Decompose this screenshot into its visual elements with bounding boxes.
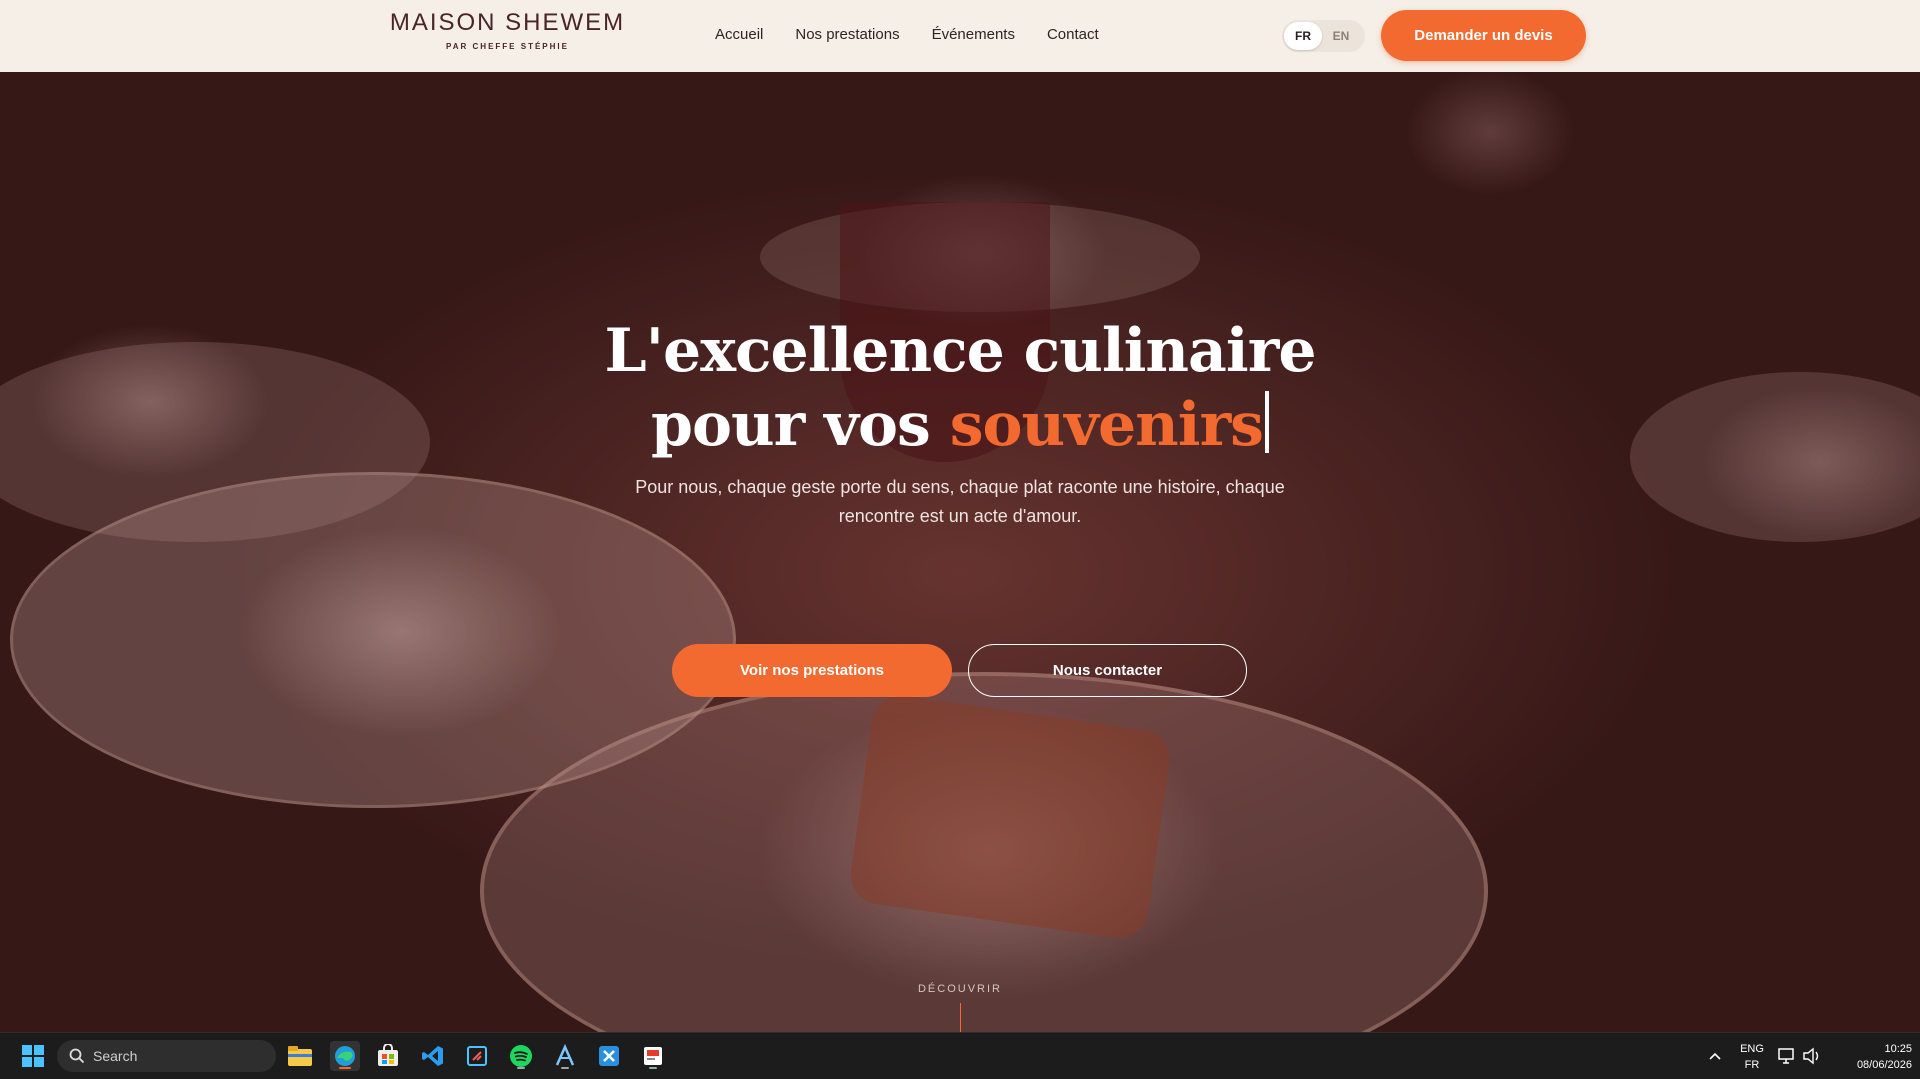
hero-section (0, 72, 1920, 1032)
site-header: MAISON SHEWEM PAR CHEFFE STÉPHIE Accueil… (0, 0, 1920, 72)
clock-date: 08/06/2026 (1856, 1059, 1912, 1071)
nav-accueil[interactable]: Accueil (715, 26, 763, 43)
hero-subtitle: Pour nous, chaque geste porte du sens, c… (635, 477, 1285, 526)
logo-title: MAISON SHEWEM (389, 9, 626, 36)
chevron-up-icon[interactable] (1700, 1041, 1730, 1071)
site-logo[interactable]: MAISON SHEWEM PAR CHEFFE STÉPHIE (380, 9, 635, 52)
search-icon (69, 1048, 85, 1064)
taskbar-search[interactable]: Search (57, 1040, 276, 1072)
app-red-icon[interactable] (638, 1041, 668, 1071)
file-explorer-icon[interactable] (285, 1041, 315, 1071)
app-a-icon[interactable] (550, 1041, 580, 1071)
input-language-indicator[interactable]: ENG FR (1736, 1041, 1768, 1073)
app-x-icon[interactable] (594, 1041, 624, 1071)
hero-title-prefix: pour vos (651, 390, 931, 460)
logo-subtitle: PAR CHEFFE STÉPHIE (446, 42, 569, 51)
lang-en-button[interactable]: EN (1322, 22, 1360, 50)
language-switcher: FR EN (1282, 20, 1365, 52)
start-icon[interactable] (18, 1041, 48, 1071)
search-placeholder: Search (93, 1048, 138, 1064)
lang-fr-button[interactable]: FR (1284, 22, 1322, 50)
contact-us-button[interactable]: Nous contacter (968, 644, 1247, 697)
discover-scroll-line (960, 1003, 961, 1032)
view-services-button[interactable]: Voir nos prestations (672, 644, 952, 697)
hero-overlay (0, 72, 1920, 1032)
edge-icon[interactable] (330, 1041, 360, 1071)
hero-title: L'excellence culinaire pour vos souvenir… (460, 314, 1460, 462)
spotify-icon[interactable] (506, 1041, 536, 1071)
windows-taskbar: Search ENG FR 10:25 08/06/2026 (0, 1032, 1920, 1079)
request-quote-button[interactable]: Demander un devis (1381, 10, 1586, 61)
clock-time: 10:25 (1884, 1043, 1912, 1055)
lang-top: ENG (1740, 1043, 1764, 1055)
discover-scroll-label[interactable]: DÉCOUVRIR (860, 983, 1060, 995)
nav-evenements[interactable]: Événements (932, 26, 1015, 43)
vscode-icon[interactable] (418, 1041, 448, 1071)
volume-icon[interactable] (1797, 1041, 1827, 1071)
hero-title-line1: L'excellence culinaire (604, 316, 1316, 386)
nav-nos-prestations[interactable]: Nos prestations (795, 26, 899, 43)
main-nav: Accueil Nos prestations Événements Conta… (715, 26, 1099, 43)
nav-contact[interactable]: Contact (1047, 26, 1099, 43)
hero-title-line2: pour vos souvenirs (460, 388, 1460, 462)
snipping-tool-icon[interactable] (462, 1041, 492, 1071)
hero-title-accent: souvenirs (949, 390, 1264, 460)
clock[interactable]: 10:25 08/06/2026 (1832, 1041, 1912, 1073)
lang-bottom: FR (1744, 1059, 1760, 1071)
store-icon[interactable] (373, 1041, 403, 1071)
typing-caret (1264, 391, 1269, 453)
